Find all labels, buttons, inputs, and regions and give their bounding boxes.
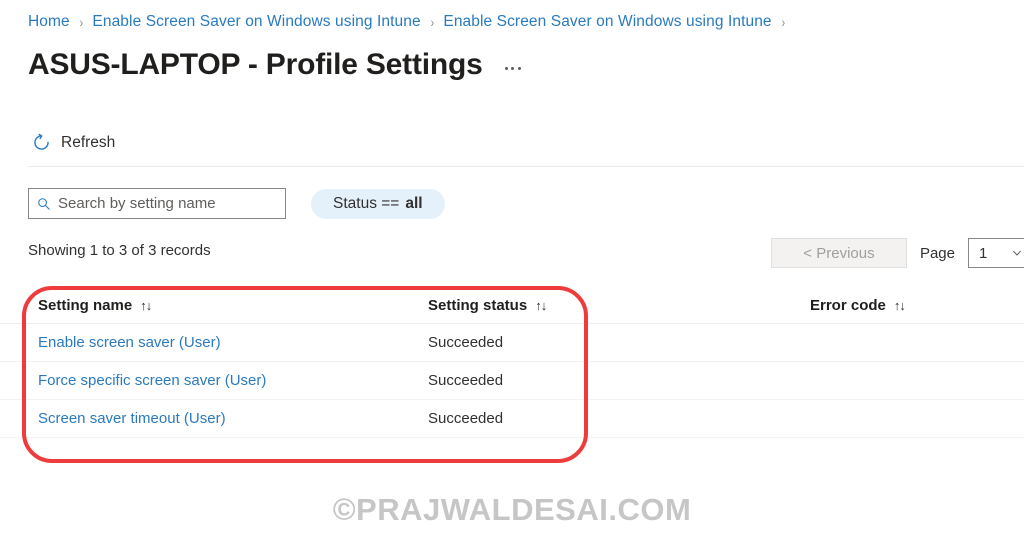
setting-name-link[interactable]: Screen saver timeout (User) [38,410,428,427]
chevron-down-icon [1013,250,1021,256]
sort-arrows-icon: ↑↓ [140,298,152,313]
search-icon [38,197,50,210]
breadcrumb: Home › Enable Screen Saver on Windows us… [28,13,794,31]
setting-name-link[interactable]: Enable screen saver (User) [38,334,428,351]
breadcrumb-separator-icon: › [781,14,785,30]
refresh-button[interactable]: Refresh [28,130,119,155]
refresh-label: Refresh [61,133,116,151]
breadcrumb-item-home[interactable]: Home [28,13,70,31]
sort-arrows-icon: ↑↓ [893,298,906,313]
dot [517,67,521,70]
breadcrumb-item-profile-2[interactable]: Enable Screen Saver on Windows using Int… [443,13,771,31]
table-header-row: Setting name ↑↓ Setting status ↑↓ Error … [0,288,1024,324]
page-number-select[interactable]: 1 [968,238,1024,268]
more-options-icon[interactable] [501,63,525,74]
refresh-icon [34,133,49,150]
search-box[interactable] [28,188,286,219]
table-row: Enable screen saver (User) Succeeded [0,324,1024,362]
column-header-error-code[interactable]: Error code ↑↓ [810,297,1010,314]
status-filter-value: all [405,194,423,212]
command-bar: Refresh [28,130,119,155]
dot [504,67,508,70]
dot [511,67,515,70]
records-count-text: Showing 1 to 3 of 3 records [28,242,211,259]
previous-page-button[interactable]: < Previous [770,238,907,268]
breadcrumb-separator-icon: › [430,14,434,30]
page-title: ASUS-LAPTOP - Profile Settings [28,48,483,81]
page-label: Page [919,244,955,262]
table-row: Screen saver timeout (User) Succeeded [0,400,1024,438]
sort-arrows-icon: ↑↓ [535,298,547,313]
filter-row: Status == all [28,188,445,219]
column-header-setting-name[interactable]: Setting name ↑↓ [38,297,428,314]
column-header-label: Error code [810,297,886,314]
status-filter-pill[interactable]: Status == all [311,188,445,219]
setting-status-value: Succeeded [428,372,504,389]
toolbar-divider [28,166,1024,167]
page-number-value: 1 [979,244,988,262]
breadcrumb-separator-icon: › [79,14,83,30]
setting-status-value: Succeeded [428,334,504,351]
column-header-label: Setting name [38,297,133,314]
settings-table: Setting name ↑↓ Setting status ↑↓ Error … [0,288,1024,438]
column-header-label: Setting status [428,297,528,314]
pagination-controls: < Previous Page 1 [770,238,1024,268]
watermark: ©PRAJWALDESAI.COM [332,492,692,527]
search-input[interactable] [58,195,277,212]
page-title-row: ASUS-LAPTOP - Profile Settings [28,48,525,81]
table-row: Force specific screen saver (User) Succe… [0,362,1024,400]
column-header-setting-status[interactable]: Setting status ↑↓ [428,297,810,314]
status-filter-prefix: Status == [333,194,400,212]
setting-status-value: Succeeded [428,410,504,427]
setting-name-link[interactable]: Force specific screen saver (User) [38,372,428,389]
breadcrumb-item-profile-1[interactable]: Enable Screen Saver on Windows using Int… [92,13,420,31]
